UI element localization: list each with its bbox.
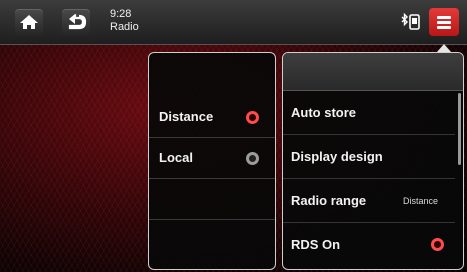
back-icon bbox=[62, 13, 90, 39]
home-icon bbox=[15, 15, 43, 39]
menu-item-radio-range[interactable]: Radio range Distance bbox=[283, 179, 455, 223]
top-bar: 9:28 Radio bbox=[0, 0, 467, 45]
range-options-panel: Distance Local bbox=[148, 52, 276, 270]
source-label: Radio bbox=[110, 21, 139, 33]
menu-item-label: Radio range bbox=[291, 193, 367, 208]
menu-item-label: Display design bbox=[291, 149, 383, 164]
menu-item-label: Auto store bbox=[291, 105, 356, 120]
menu-item-display-design[interactable]: Display design bbox=[283, 135, 455, 179]
phone-bluetooth-icon bbox=[396, 12, 426, 39]
menu-button[interactable] bbox=[429, 8, 459, 36]
option-label: Local bbox=[159, 150, 193, 165]
menu-header bbox=[283, 53, 463, 91]
option-local[interactable]: Local bbox=[149, 138, 275, 179]
menu-item-rds[interactable]: RDS On bbox=[283, 223, 455, 266]
home-button[interactable] bbox=[15, 9, 43, 35]
radio-range-value: Distance bbox=[403, 196, 439, 206]
settings-menu: Auto store Display design Radio range Di… bbox=[282, 52, 464, 270]
phone-button[interactable] bbox=[396, 9, 426, 35]
menu-item-auto-store[interactable]: Auto store bbox=[283, 91, 455, 135]
menu-item-label: RDS On bbox=[291, 237, 341, 252]
radio-unselected-icon[interactable] bbox=[246, 152, 259, 165]
option-distance[interactable]: Distance bbox=[149, 97, 275, 138]
radio-screen: 9:28 Radio Distance Local Auto store Dis… bbox=[0, 0, 467, 272]
menu-pointer bbox=[437, 44, 451, 52]
rds-toggle-icon[interactable] bbox=[431, 238, 444, 251]
back-button[interactable] bbox=[62, 9, 90, 35]
radio-selected-icon[interactable] bbox=[246, 111, 259, 124]
menu-scrollbar[interactable] bbox=[458, 93, 461, 165]
empty-row bbox=[149, 179, 275, 220]
option-label: Distance bbox=[159, 109, 214, 124]
clock-time: 9:28 bbox=[110, 8, 132, 20]
